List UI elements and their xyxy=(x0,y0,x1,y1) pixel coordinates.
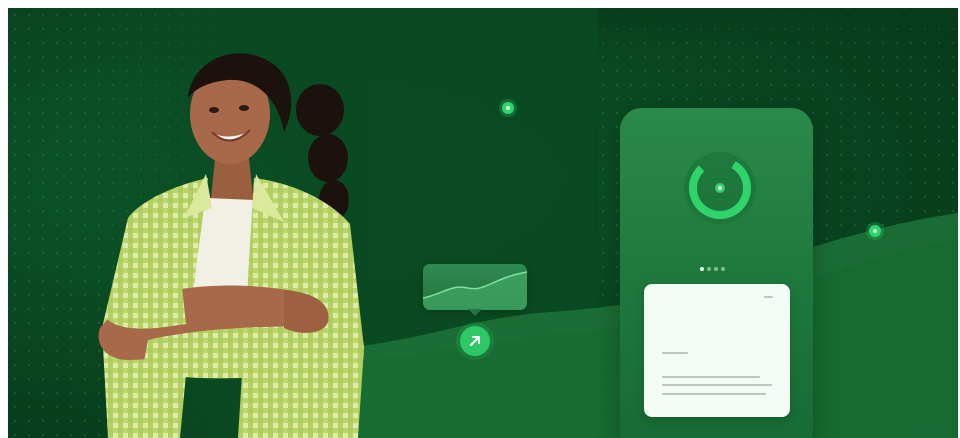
page-indicator xyxy=(700,258,740,271)
arrow-up-right-icon xyxy=(460,326,490,356)
content-card xyxy=(644,284,790,417)
hero-banner xyxy=(8,8,958,438)
progress-ring-icon xyxy=(680,148,760,228)
accent-dot xyxy=(869,225,881,237)
sparkline-area xyxy=(423,271,527,310)
chart-tooltip-card xyxy=(423,264,527,310)
person-photo xyxy=(98,53,364,438)
phone-mockup xyxy=(620,108,813,438)
accent-dot xyxy=(502,102,514,114)
chart-tooltip-pointer xyxy=(468,309,482,316)
